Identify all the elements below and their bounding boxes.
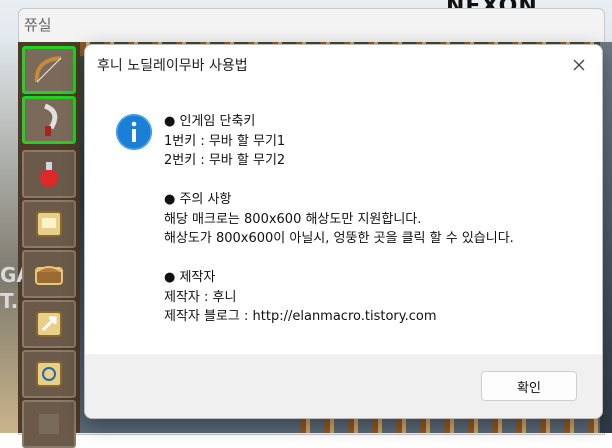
dialog-message: ● 인게임 단축키 1번키 : 무바 할 무기1 2번키 : 무바 할 무기2 … — [164, 112, 584, 327]
game-edge-left — [0, 42, 18, 433]
slot-sickle[interactable] — [22, 96, 76, 144]
info-icon — [116, 114, 152, 150]
sickle-icon — [43, 103, 58, 136]
usage-dialog: 후니 노딜레이무바 사용법 ● 인게임 단축키 1번키 : 무바 할 무기1 2… — [84, 44, 603, 419]
scroll-icon — [36, 211, 62, 237]
dialog-footer: 확인 — [85, 354, 602, 418]
dialog-titlebar[interactable]: 후니 노딜레이무바 사용법 — [85, 45, 602, 83]
message-line: 제작자 : 후니 — [164, 289, 237, 305]
message-line: 1번키 : 무바 할 무기1 — [164, 133, 286, 149]
potion-icon — [40, 162, 58, 187]
slot-book[interactable] — [22, 350, 76, 398]
fence-decoration-bottom — [300, 418, 600, 433]
background-window-title: 쮸실 — [24, 16, 52, 34]
message-line: 2번키 : 무바 할 무기2 — [164, 153, 286, 168]
close-icon — [573, 59, 585, 71]
dialog-title: 후니 노딜레이무바 사용법 — [97, 58, 248, 74]
message-line: 해당 매크로는 800x600 해상도만 지원합니다. — [164, 211, 422, 227]
slot-bow[interactable] — [22, 46, 76, 94]
slot-empty[interactable] — [22, 400, 76, 448]
empty-slot-icon — [39, 414, 59, 434]
book-icon — [36, 361, 62, 387]
message-line: 해상도가 800x600이 아닐시, 엉뚱한 곳을 클릭 할 수 있습니다. — [164, 231, 514, 246]
section-heading-shortcuts: ● 인게임 단축키 — [164, 114, 256, 129]
dialog-content: ● 인게임 단축키 1번키 : 무바 할 무기1 2번키 : 무바 할 무기2 … — [85, 83, 602, 354]
slot-chest[interactable] — [22, 250, 76, 298]
message-line: 제작자 블로그 : http://elanmacro.tistory.com — [164, 309, 437, 324]
chest-icon — [35, 266, 63, 285]
close-button[interactable] — [569, 55, 589, 75]
section-heading-caution: ● 주의 사항 — [164, 192, 232, 207]
slot-skill[interactable] — [22, 300, 76, 348]
bow-icon — [34, 56, 62, 83]
ok-button[interactable]: 확인 — [481, 371, 577, 401]
slot-potion[interactable] — [22, 150, 76, 198]
slot-scroll[interactable] — [22, 200, 76, 248]
section-heading-author: ● 제작자 — [164, 270, 216, 285]
skill-icon — [36, 311, 62, 337]
